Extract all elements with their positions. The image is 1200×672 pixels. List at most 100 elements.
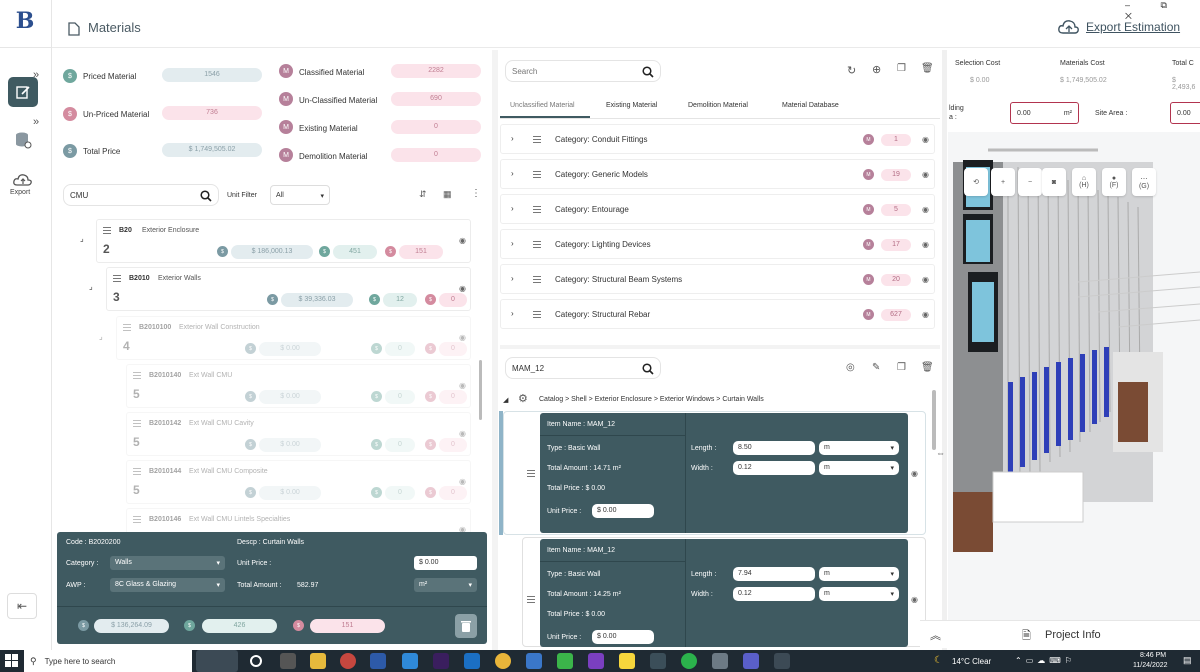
export-estimation-link[interactable]: Export Estimation <box>1086 20 1180 34</box>
site-area-input[interactable]: 0.00 <box>1170 102 1200 124</box>
drag-handle-icon[interactable] <box>133 372 141 379</box>
breadcrumb-item[interactable]: Catalog <box>539 396 563 403</box>
zoom-out-button[interactable]: − <box>1018 168 1042 196</box>
unit-filter-select[interactable]: All ▾ <box>270 185 330 205</box>
item-card[interactable]: Item Name : MAM_12 Type : Basic Wall Tot… <box>540 539 908 647</box>
drag-handle-icon[interactable] <box>533 276 541 283</box>
teams-icon[interactable] <box>743 653 759 669</box>
category-row[interactable]: › Category: Generic Models M 19 ◉ <box>500 159 935 189</box>
tab-demolition[interactable]: Demolition Material <box>688 102 748 109</box>
app-icon-b[interactable] <box>774 653 790 669</box>
sort-icon[interactable]: ⇵ <box>419 189 427 200</box>
eye-icon[interactable]: ◉ <box>911 595 918 604</box>
items-scrollbar[interactable] <box>932 390 936 450</box>
category-row[interactable]: › Category: Structural Rebar M 627 ◉ <box>500 299 935 329</box>
photos-icon[interactable] <box>712 653 728 669</box>
refresh-icon[interactable]: ↻ <box>847 64 856 77</box>
tab-unclassified[interactable]: Unclassified Material <box>510 102 575 109</box>
category-row[interactable]: › Category: Lighting Devices M 17 ◉ <box>500 229 935 259</box>
left-search-input[interactable]: CMU <box>63 184 219 206</box>
add-icon[interactable]: ⊕ <box>872 63 881 76</box>
rotate-button[interactable]: ⟲ <box>964 168 988 196</box>
breadcrumb-item[interactable]: Curtain Walls <box>722 396 763 403</box>
app-icon-green[interactable] <box>557 653 573 669</box>
width-input[interactable]: 0.12 <box>733 587 815 601</box>
copy-icon[interactable]: ❐ <box>897 362 906 373</box>
tree-node[interactable]: 5 B2010140 Ext Wall CMU $ $ 0.00 $ 0 $ 0 <box>126 364 471 408</box>
length-unit-select[interactable]: m ▾ <box>819 441 899 455</box>
drag-handle-icon[interactable] <box>533 206 541 213</box>
3d-viewer[interactable]: ⟲ + − ◙ ⌂ (H) ● (F) ⋯ (G) <box>948 132 1200 620</box>
drag-handle-icon[interactable] <box>533 171 541 178</box>
search-icon[interactable] <box>642 66 654 78</box>
camera-button[interactable]: ◙ <box>1042 168 1066 196</box>
unit-price-input[interactable]: $ 0.00 <box>592 630 654 644</box>
active-app-icon[interactable] <box>196 650 238 672</box>
outlook-icon[interactable] <box>464 653 480 669</box>
eye-icon[interactable]: ◉ <box>911 469 918 478</box>
table-settings-icon[interactable]: ▦ <box>443 189 452 200</box>
powershell-icon[interactable] <box>370 653 386 669</box>
width-unit-select[interactable]: m ▾ <box>819 587 899 601</box>
more-vertical-icon[interactable]: ⋮ <box>471 188 481 199</box>
category-row[interactable]: › Category: Entourage M 5 ◉ <box>500 194 935 224</box>
middle-search-input[interactable]: Search <box>505 60 661 82</box>
drag-handle-icon[interactable] <box>133 420 141 427</box>
panel-splitter[interactable] <box>492 50 498 650</box>
eye-icon[interactable]: ◉ <box>922 310 929 319</box>
chevron-right-icon[interactable]: › <box>511 274 514 283</box>
building-area-input[interactable]: 0.00 m² <box>1010 102 1079 124</box>
width-unit-select[interactable]: m ▾ <box>819 461 899 475</box>
eye-icon[interactable]: ◉ <box>459 381 466 390</box>
chevron-right-icon[interactable]: › <box>511 169 514 178</box>
chevron-right-icon[interactable]: › <box>511 309 514 318</box>
length-input[interactable]: 8.50 <box>733 441 815 455</box>
widgets-icon[interactable] <box>280 653 296 669</box>
delete-button[interactable] <box>455 614 477 638</box>
materials-nav-button[interactable] <box>8 77 38 107</box>
eye-icon[interactable]: ◉ <box>922 205 929 214</box>
sticky-notes-icon[interactable] <box>619 653 635 669</box>
drag-handle-icon[interactable] <box>533 241 541 248</box>
project-info-bar[interactable]: ︽ 🗎 Project Info <box>920 620 1200 648</box>
unit-price-input[interactable]: $ 0.00 <box>414 556 477 570</box>
expand-up-icon[interactable]: ︽ <box>930 627 941 643</box>
tree-scrollbar[interactable] <box>479 360 482 420</box>
app-icon-grey[interactable] <box>650 653 666 669</box>
task-view-icon[interactable] <box>250 655 262 667</box>
eye-icon[interactable]: ◉ <box>459 525 466 532</box>
unit-select[interactable]: m² ▾ <box>414 578 477 592</box>
tree-node[interactable]: 5 B2010142 Ext Wall CMU Cavity $ $ 0.00 … <box>126 412 471 456</box>
drag-handle-icon[interactable] <box>133 516 141 523</box>
drag-handle-icon[interactable] <box>103 227 111 234</box>
taskbar-search[interactable]: ⚲ Type here to search <box>24 650 192 672</box>
notification-icon[interactable]: ▤ <box>1183 655 1192 666</box>
vscode-icon[interactable] <box>402 653 418 669</box>
eye-icon[interactable]: ◉ <box>459 477 466 486</box>
breadcrumb-item[interactable]: Exterior Windows <box>660 396 714 403</box>
windows-start-icon[interactable] <box>5 654 19 668</box>
drag-handle-icon[interactable] <box>113 275 121 282</box>
eye-icon[interactable]: ◉ <box>922 170 929 179</box>
resize-handle-icon[interactable]: ⇔ <box>936 448 945 458</box>
tree-node[interactable]: 3 B2010 Exterior Walls $ $ 39,336.03 $ 1… <box>106 267 471 311</box>
chrome-icon[interactable] <box>495 653 511 669</box>
trash-icon[interactable]: 🗑 <box>921 362 934 373</box>
photoshop-icon[interactable] <box>433 653 449 669</box>
drag-handle-icon[interactable] <box>533 136 541 143</box>
window-controls[interactable]: – ⧉ ✕ <box>1125 0 1200 22</box>
eye-icon[interactable]: ◉ <box>459 284 466 293</box>
eye-icon[interactable]: ◉ <box>459 333 466 342</box>
panel-splitter-right[interactable] <box>942 50 947 650</box>
pin-button[interactable]: ● (F) <box>1102 168 1126 196</box>
unit-price-input[interactable]: $ 0.00 <box>592 504 654 518</box>
tree-node[interactable]: 4 B2010100 Exterior Wall Construction $ … <box>116 316 471 360</box>
grid-button[interactable]: ⋯ (G) <box>1132 168 1156 196</box>
breadcrumb-item[interactable]: Exterior Enclosure <box>595 396 652 403</box>
edit-icon[interactable]: ✎ <box>872 362 880 373</box>
eye-icon[interactable]: ◉ <box>459 236 466 245</box>
home-button[interactable]: ⌂ (H) <box>1072 168 1096 196</box>
item-card[interactable]: Item Name : MAM_12 Type : Basic Wall Tot… <box>540 413 908 533</box>
item-search-input[interactable]: MAM_12 <box>505 357 661 379</box>
tab-material-database[interactable]: Material Database <box>782 102 839 109</box>
